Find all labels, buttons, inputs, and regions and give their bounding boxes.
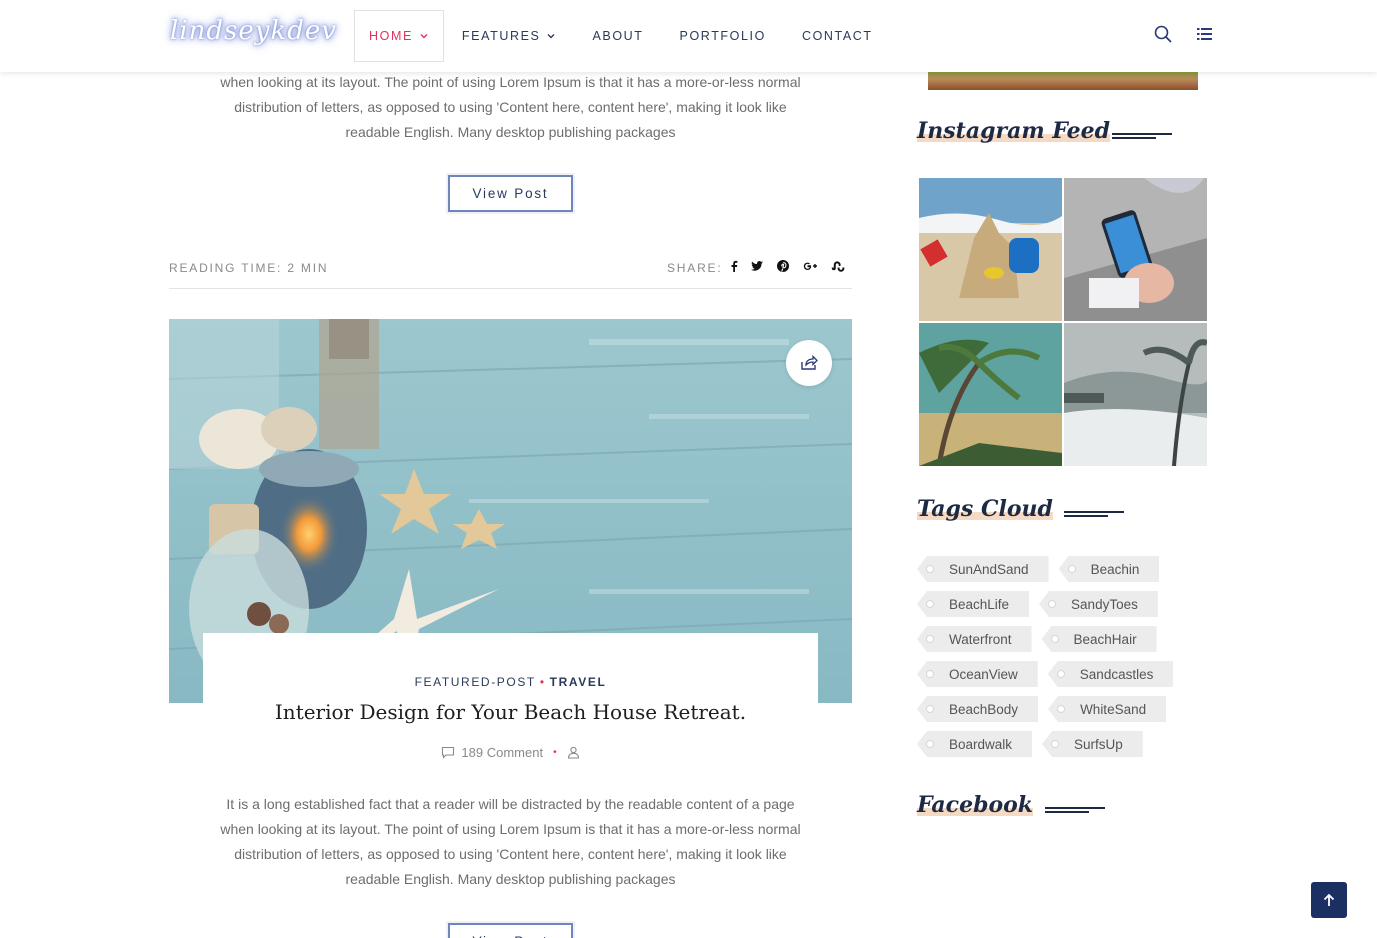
tag-row: SunAndSand Beachin <box>917 556 1207 582</box>
excerpt-line: readable English. Many desktop publishin… <box>345 124 676 140</box>
previous-post-excerpt: when looking at its layout. The point of… <box>169 70 852 145</box>
instagram-grid <box>919 178 1207 466</box>
site-header: lindseykdev HOME FEATURES ABOUT PORTFOLI… <box>0 0 1377 72</box>
chevron-down-icon <box>547 34 555 39</box>
tag-row: BeachBody WhiteSand <box>917 696 1207 722</box>
google-plus-icon[interactable] <box>802 259 820 273</box>
excerpt-line: readable English. Many desktop publishin… <box>345 871 676 887</box>
excerpt-line: when looking at its layout. The point of… <box>220 74 801 90</box>
tag-row: BeachLife SandyToes <box>917 591 1207 617</box>
tag-row: Waterfront BeachHair <box>917 626 1207 652</box>
palm-beach-photo <box>919 323 1062 466</box>
list-menu-icon[interactable] <box>1195 24 1215 44</box>
facebook-title: Facebook <box>917 792 1034 818</box>
tag-beachhair[interactable]: BeachHair <box>1041 626 1157 652</box>
view-post-button[interactable]: View Post <box>448 923 573 938</box>
instagram-photo[interactable] <box>919 323 1062 466</box>
nav-contact[interactable]: CONTACT <box>784 10 891 62</box>
tag-beachlife[interactable]: BeachLife <box>917 591 1030 617</box>
phone-photo <box>1064 178 1207 321</box>
tag-row: OceanView Sandcastles <box>917 661 1207 687</box>
category-featured-post[interactable]: FEATURED-POST <box>415 675 536 689</box>
user-icon[interactable] <box>567 746 580 759</box>
instagram-photo[interactable] <box>1064 323 1207 466</box>
view-post-button[interactable]: View Post <box>448 175 573 212</box>
twitter-icon[interactable] <box>750 259 764 273</box>
stormy-sea-photo <box>1064 323 1207 466</box>
instagram-feed-title: Instagram Feed <box>917 118 1111 144</box>
share-label: SHARE: <box>667 261 723 275</box>
main-nav: HOME FEATURES ABOUT PORTFOLIO CONTACT <box>354 10 891 62</box>
nav-portfolio[interactable]: PORTFOLIO <box>662 10 784 62</box>
meta-separator: • <box>553 747 557 758</box>
instagram-photo[interactable] <box>1064 178 1207 321</box>
excerpt-line: distribution of letters, as opposed to u… <box>234 99 787 115</box>
reading-time: READING TIME: 2 MIN <box>169 261 329 275</box>
sandcastle-photo <box>919 178 1062 321</box>
share-icon <box>801 354 818 370</box>
tag-boardwalk[interactable]: Boardwalk <box>917 731 1033 757</box>
tag-waterfront[interactable]: Waterfront <box>917 626 1032 652</box>
share-post-button[interactable] <box>786 340 832 386</box>
title-decoration <box>1064 511 1124 517</box>
nav-home[interactable]: HOME <box>354 10 444 62</box>
comment-icon <box>442 746 455 759</box>
tags-cloud-title: Tags Cloud <box>917 496 1053 522</box>
nav-features[interactable]: FEATURES <box>444 10 575 62</box>
tag-beachin[interactable]: Beachin <box>1058 556 1160 582</box>
nav-home-label: HOME <box>369 29 413 43</box>
tag-sunandsand[interactable]: SunAndSand <box>917 556 1049 582</box>
tag-oceanview[interactable]: OceanView <box>917 661 1038 687</box>
tag-sandytoes[interactable]: SandyToes <box>1039 591 1158 617</box>
excerpt-line: It is a long established fact that a rea… <box>226 796 795 812</box>
title-decoration <box>1112 133 1172 139</box>
instagram-photo[interactable] <box>919 178 1062 321</box>
tag-row: Boardwalk SurfsUp <box>917 731 1207 757</box>
back-to-top-button[interactable] <box>1311 882 1347 918</box>
arrow-up-icon <box>1323 893 1335 906</box>
title-decoration <box>1045 807 1105 813</box>
post-excerpt: It is a long established fact that a rea… <box>169 792 852 892</box>
excerpt-line: distribution of letters, as opposed to u… <box>234 846 787 862</box>
post-meta: 189 Comment • <box>169 745 852 760</box>
stumbleupon-icon[interactable] <box>830 259 846 273</box>
post-categories: FEATURED-POST • TRAVEL <box>169 675 852 689</box>
search-icon[interactable] <box>1153 24 1173 44</box>
tag-whitesand[interactable]: WhiteSand <box>1048 696 1167 722</box>
tags-cloud: SunAndSand Beachin BeachLife SandyToes W… <box>917 556 1207 766</box>
tag-sandcastles[interactable]: Sandcastles <box>1047 661 1174 687</box>
nav-about[interactable]: ABOUT <box>574 10 661 62</box>
post-title[interactable]: Interior Design for Your Beach House Ret… <box>169 700 852 724</box>
category-travel[interactable]: TRAVEL <box>550 675 607 689</box>
site-logo[interactable]: lindseykdev <box>170 16 337 46</box>
tag-surfsup[interactable]: SurfsUp <box>1042 731 1143 757</box>
post-divider <box>169 288 852 289</box>
nav-features-label: FEATURES <box>461 29 541 43</box>
pinterest-icon[interactable] <box>776 259 790 273</box>
chevron-down-icon <box>420 34 428 39</box>
facebook-icon[interactable] <box>727 259 741 273</box>
tag-beachbody[interactable]: BeachBody <box>917 696 1039 722</box>
comment-count[interactable]: 189 Comment <box>461 745 543 760</box>
sidebar-banner-image[interactable] <box>928 72 1198 90</box>
category-separator: • <box>539 675 546 689</box>
excerpt-line: when looking at its layout. The point of… <box>220 821 801 837</box>
